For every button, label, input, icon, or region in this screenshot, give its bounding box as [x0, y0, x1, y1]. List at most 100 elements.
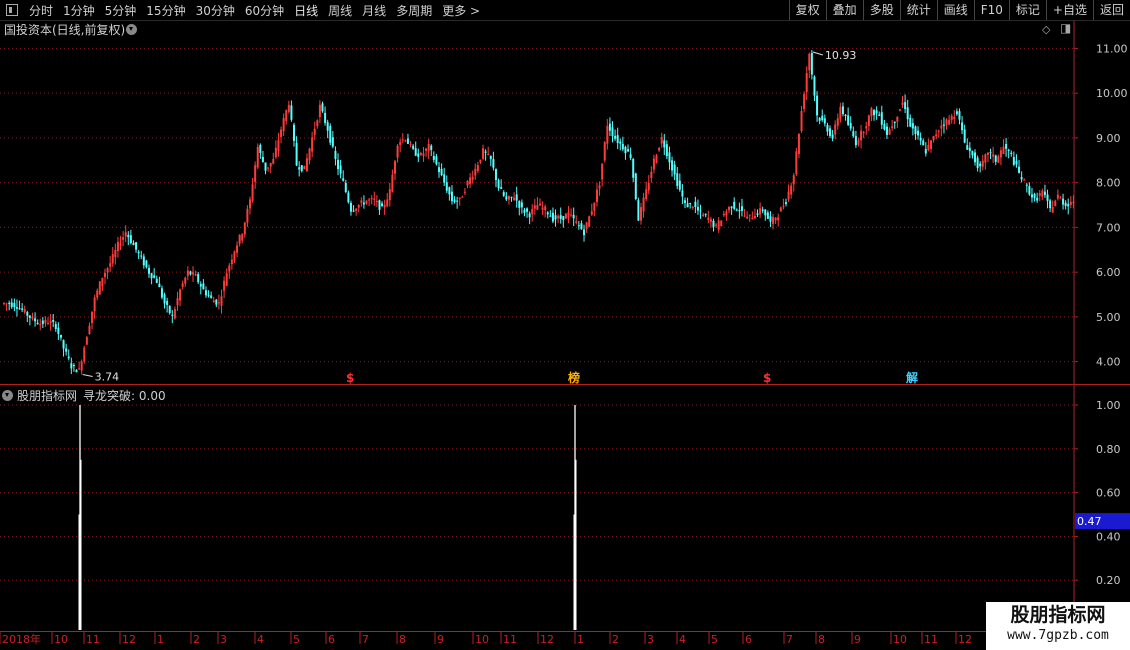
- candle-body: [1056, 194, 1059, 199]
- candle-body: [621, 143, 624, 150]
- candle-body: [344, 182, 347, 192]
- candle-body: [1030, 194, 1033, 198]
- chart-canvas[interactable]: 11.0010.009.008.007.006.005.004.0010.933…: [0, 0, 1130, 650]
- candle-body: [570, 214, 573, 216]
- candle-body: [764, 209, 767, 216]
- candle-body: [274, 147, 277, 158]
- candle-body: [505, 196, 508, 200]
- candle-body: [865, 126, 868, 129]
- candle-body: [634, 173, 637, 200]
- candle-body: [181, 283, 184, 287]
- candle-body: [456, 200, 459, 202]
- candle-body: [114, 249, 117, 258]
- indicator-name[interactable]: 股朋指标网: [17, 387, 77, 404]
- time-label: 11: [86, 633, 100, 646]
- candle-body: [647, 183, 650, 191]
- candle-body: [23, 309, 26, 313]
- candle-body: [129, 235, 132, 244]
- candle-body: [282, 118, 285, 132]
- candle-body: [885, 126, 888, 135]
- candle-body: [515, 194, 518, 201]
- candle-body: [883, 123, 886, 130]
- price-tick-label: 4.00: [1096, 356, 1121, 369]
- candle-body: [370, 198, 373, 200]
- candle-body: [945, 119, 948, 125]
- candle-body: [1064, 202, 1067, 207]
- candle-body: [671, 160, 674, 171]
- candle-body: [166, 300, 169, 305]
- candle-body: [800, 111, 803, 131]
- candle-body: [463, 191, 466, 193]
- candle-body: [513, 197, 516, 201]
- candle-body: [1002, 146, 1005, 154]
- candle-body: [984, 154, 987, 163]
- candle-body: [1023, 179, 1026, 181]
- candle-body: [124, 232, 127, 237]
- high-label: 10.93: [825, 49, 857, 62]
- candle-body: [665, 144, 668, 157]
- candle-body: [759, 208, 762, 215]
- candle-body: [735, 209, 738, 211]
- candle-body: [228, 265, 231, 272]
- candle-body: [974, 152, 977, 163]
- candle-body: [18, 308, 21, 310]
- candle-body: [54, 323, 57, 330]
- candle-body: [171, 314, 174, 316]
- indicator-formula: 寻龙突破: 0.00: [83, 388, 166, 403]
- time-label: 6: [328, 633, 335, 646]
- candle-body: [743, 215, 746, 217]
- candle-body: [554, 215, 557, 220]
- candle-body: [176, 298, 179, 306]
- candle-body: [575, 221, 578, 223]
- candle-body: [352, 210, 355, 212]
- indicator-menu-chevron-icon[interactable]: [2, 389, 13, 401]
- time-label: 9: [437, 633, 444, 646]
- candle-body: [256, 146, 259, 168]
- candle-body: [103, 272, 106, 278]
- event-marker: $: [346, 371, 354, 385]
- candle-body: [300, 165, 303, 172]
- candle-body: [867, 115, 870, 126]
- time-label: 8: [818, 633, 825, 646]
- candle-body: [13, 303, 16, 308]
- candle-body: [285, 110, 288, 122]
- candle-body: [1010, 152, 1013, 155]
- candle-body: [75, 369, 78, 373]
- candle-body: [179, 289, 182, 301]
- candle-body: [399, 142, 402, 145]
- candle-body: [197, 274, 200, 283]
- candle-body: [308, 148, 311, 161]
- candle-body: [419, 152, 422, 155]
- candle-body: [813, 76, 816, 96]
- candle-body: [469, 177, 472, 185]
- candle-body: [595, 189, 598, 203]
- candle-body: [254, 165, 257, 182]
- candle-body: [606, 126, 609, 144]
- candle-body: [601, 163, 604, 180]
- candle-body: [559, 215, 562, 219]
- candle-body: [642, 197, 645, 212]
- candle-body: [52, 319, 55, 322]
- candle-body: [870, 108, 873, 117]
- candle-body: [738, 210, 741, 212]
- high-pointer: [812, 51, 824, 56]
- candle-body: [624, 146, 627, 154]
- candle-body: [992, 154, 995, 157]
- candle-body: [368, 199, 371, 201]
- candle-body: [492, 159, 495, 168]
- candle-body: [233, 251, 236, 261]
- candle-body: [148, 267, 151, 274]
- candle-body: [994, 155, 997, 162]
- time-label: 2: [193, 633, 200, 646]
- candle-body: [259, 144, 262, 154]
- candle-body: [536, 204, 539, 210]
- candle-body: [145, 260, 148, 268]
- candle-body: [109, 263, 112, 267]
- candle-body: [461, 196, 464, 198]
- candle-body: [202, 283, 205, 290]
- candle-body: [816, 95, 819, 116]
- candle-body: [168, 305, 171, 314]
- candle-body: [349, 202, 352, 212]
- candle-body: [311, 137, 314, 152]
- candle-body: [1046, 194, 1049, 201]
